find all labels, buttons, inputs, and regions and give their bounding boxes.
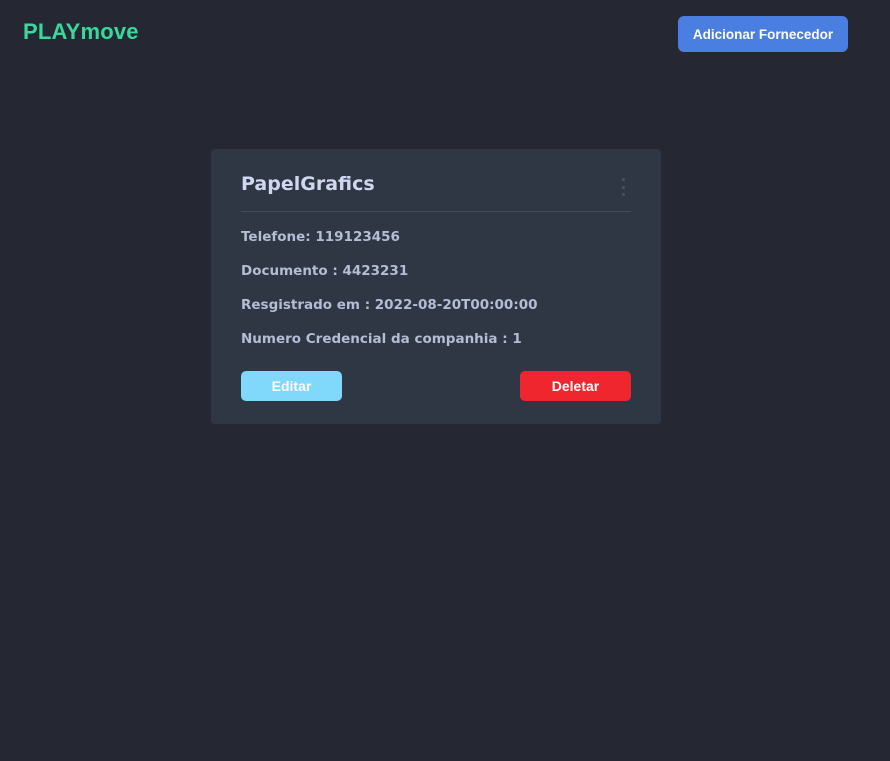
app-logo[interactable]: PLAYmove <box>23 19 139 45</box>
supplier-registered-at: Resgistrado em : 2022-08-20T00:00:00 <box>241 297 538 313</box>
supplier-credential-number: Numero Credencial da companhia : 1 <box>241 331 522 347</box>
supplier-document: Documento : 4423231 <box>241 263 409 279</box>
edit-button[interactable]: Editar <box>241 371 342 401</box>
more-vertical-icon[interactable] <box>617 178 629 196</box>
supplier-phone: Telefone: 119123456 <box>241 229 400 245</box>
supplier-card: PapelGrafics Telefone: 119123456 Documen… <box>211 149 661 424</box>
supplier-name: PapelGrafics <box>241 173 375 195</box>
add-supplier-button[interactable]: Adicionar Fornecedor <box>678 16 848 52</box>
app-header: PLAYmove Adicionar Fornecedor <box>0 0 890 68</box>
card-divider <box>241 211 631 212</box>
delete-button[interactable]: Deletar <box>520 371 631 401</box>
